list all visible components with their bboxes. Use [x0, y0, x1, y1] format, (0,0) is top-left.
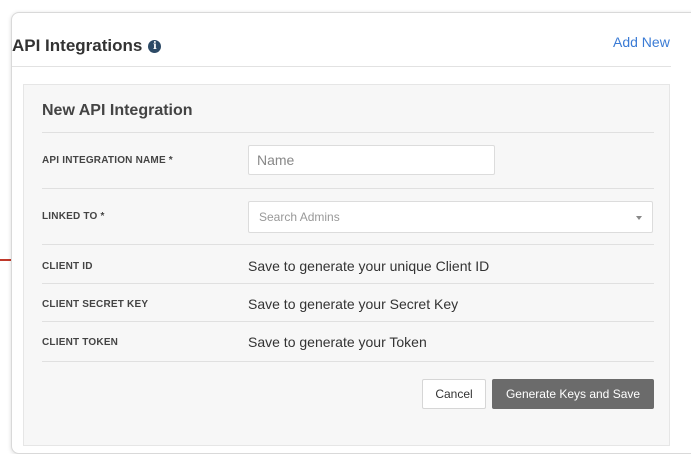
divider — [42, 188, 654, 189]
linked-to-label: LINKED TO * — [42, 211, 105, 222]
decorative-accent-line — [0, 259, 11, 261]
client-secret-key-value: Save to generate your Secret Key — [248, 296, 459, 312]
api-integration-name-input[interactable] — [248, 145, 495, 175]
add-new-link[interactable]: Add New — [613, 34, 670, 50]
divider — [42, 321, 654, 322]
divider — [42, 244, 654, 245]
client-id-value: Save to generate your unique Client ID — [248, 258, 490, 274]
client-token-value: Save to generate your Token — [248, 334, 427, 350]
panel-title: New API Integration — [42, 102, 193, 119]
client-token-label: CLIENT TOKEN — [42, 337, 119, 348]
generate-keys-and-save-button[interactable]: Generate Keys and Save — [492, 379, 654, 409]
page-title-text: API Integrations — [12, 36, 143, 55]
api-integrations-card: API Integrations i Add New New API Integ… — [11, 12, 691, 454]
api-integration-name-label: API INTEGRATION NAME * — [42, 155, 173, 166]
page-title: API Integrations i — [12, 36, 162, 56]
header-divider — [12, 66, 671, 67]
client-secret-key-label: CLIENT SECRET KEY — [42, 299, 149, 310]
new-api-integration-panel: New API Integration API INTEGRATION NAME… — [23, 84, 670, 446]
card-header: API Integrations i Add New — [12, 13, 691, 66]
linked-to-placeholder: Search Admins — [259, 210, 340, 224]
chevron-down-icon — [636, 216, 642, 220]
info-icon[interactable]: i — [148, 39, 162, 53]
divider — [42, 361, 654, 362]
divider — [42, 132, 654, 133]
linked-to-select[interactable]: Search Admins — [248, 201, 653, 233]
client-id-label: CLIENT ID — [42, 261, 93, 272]
divider — [42, 283, 654, 284]
cancel-button[interactable]: Cancel — [422, 379, 486, 409]
